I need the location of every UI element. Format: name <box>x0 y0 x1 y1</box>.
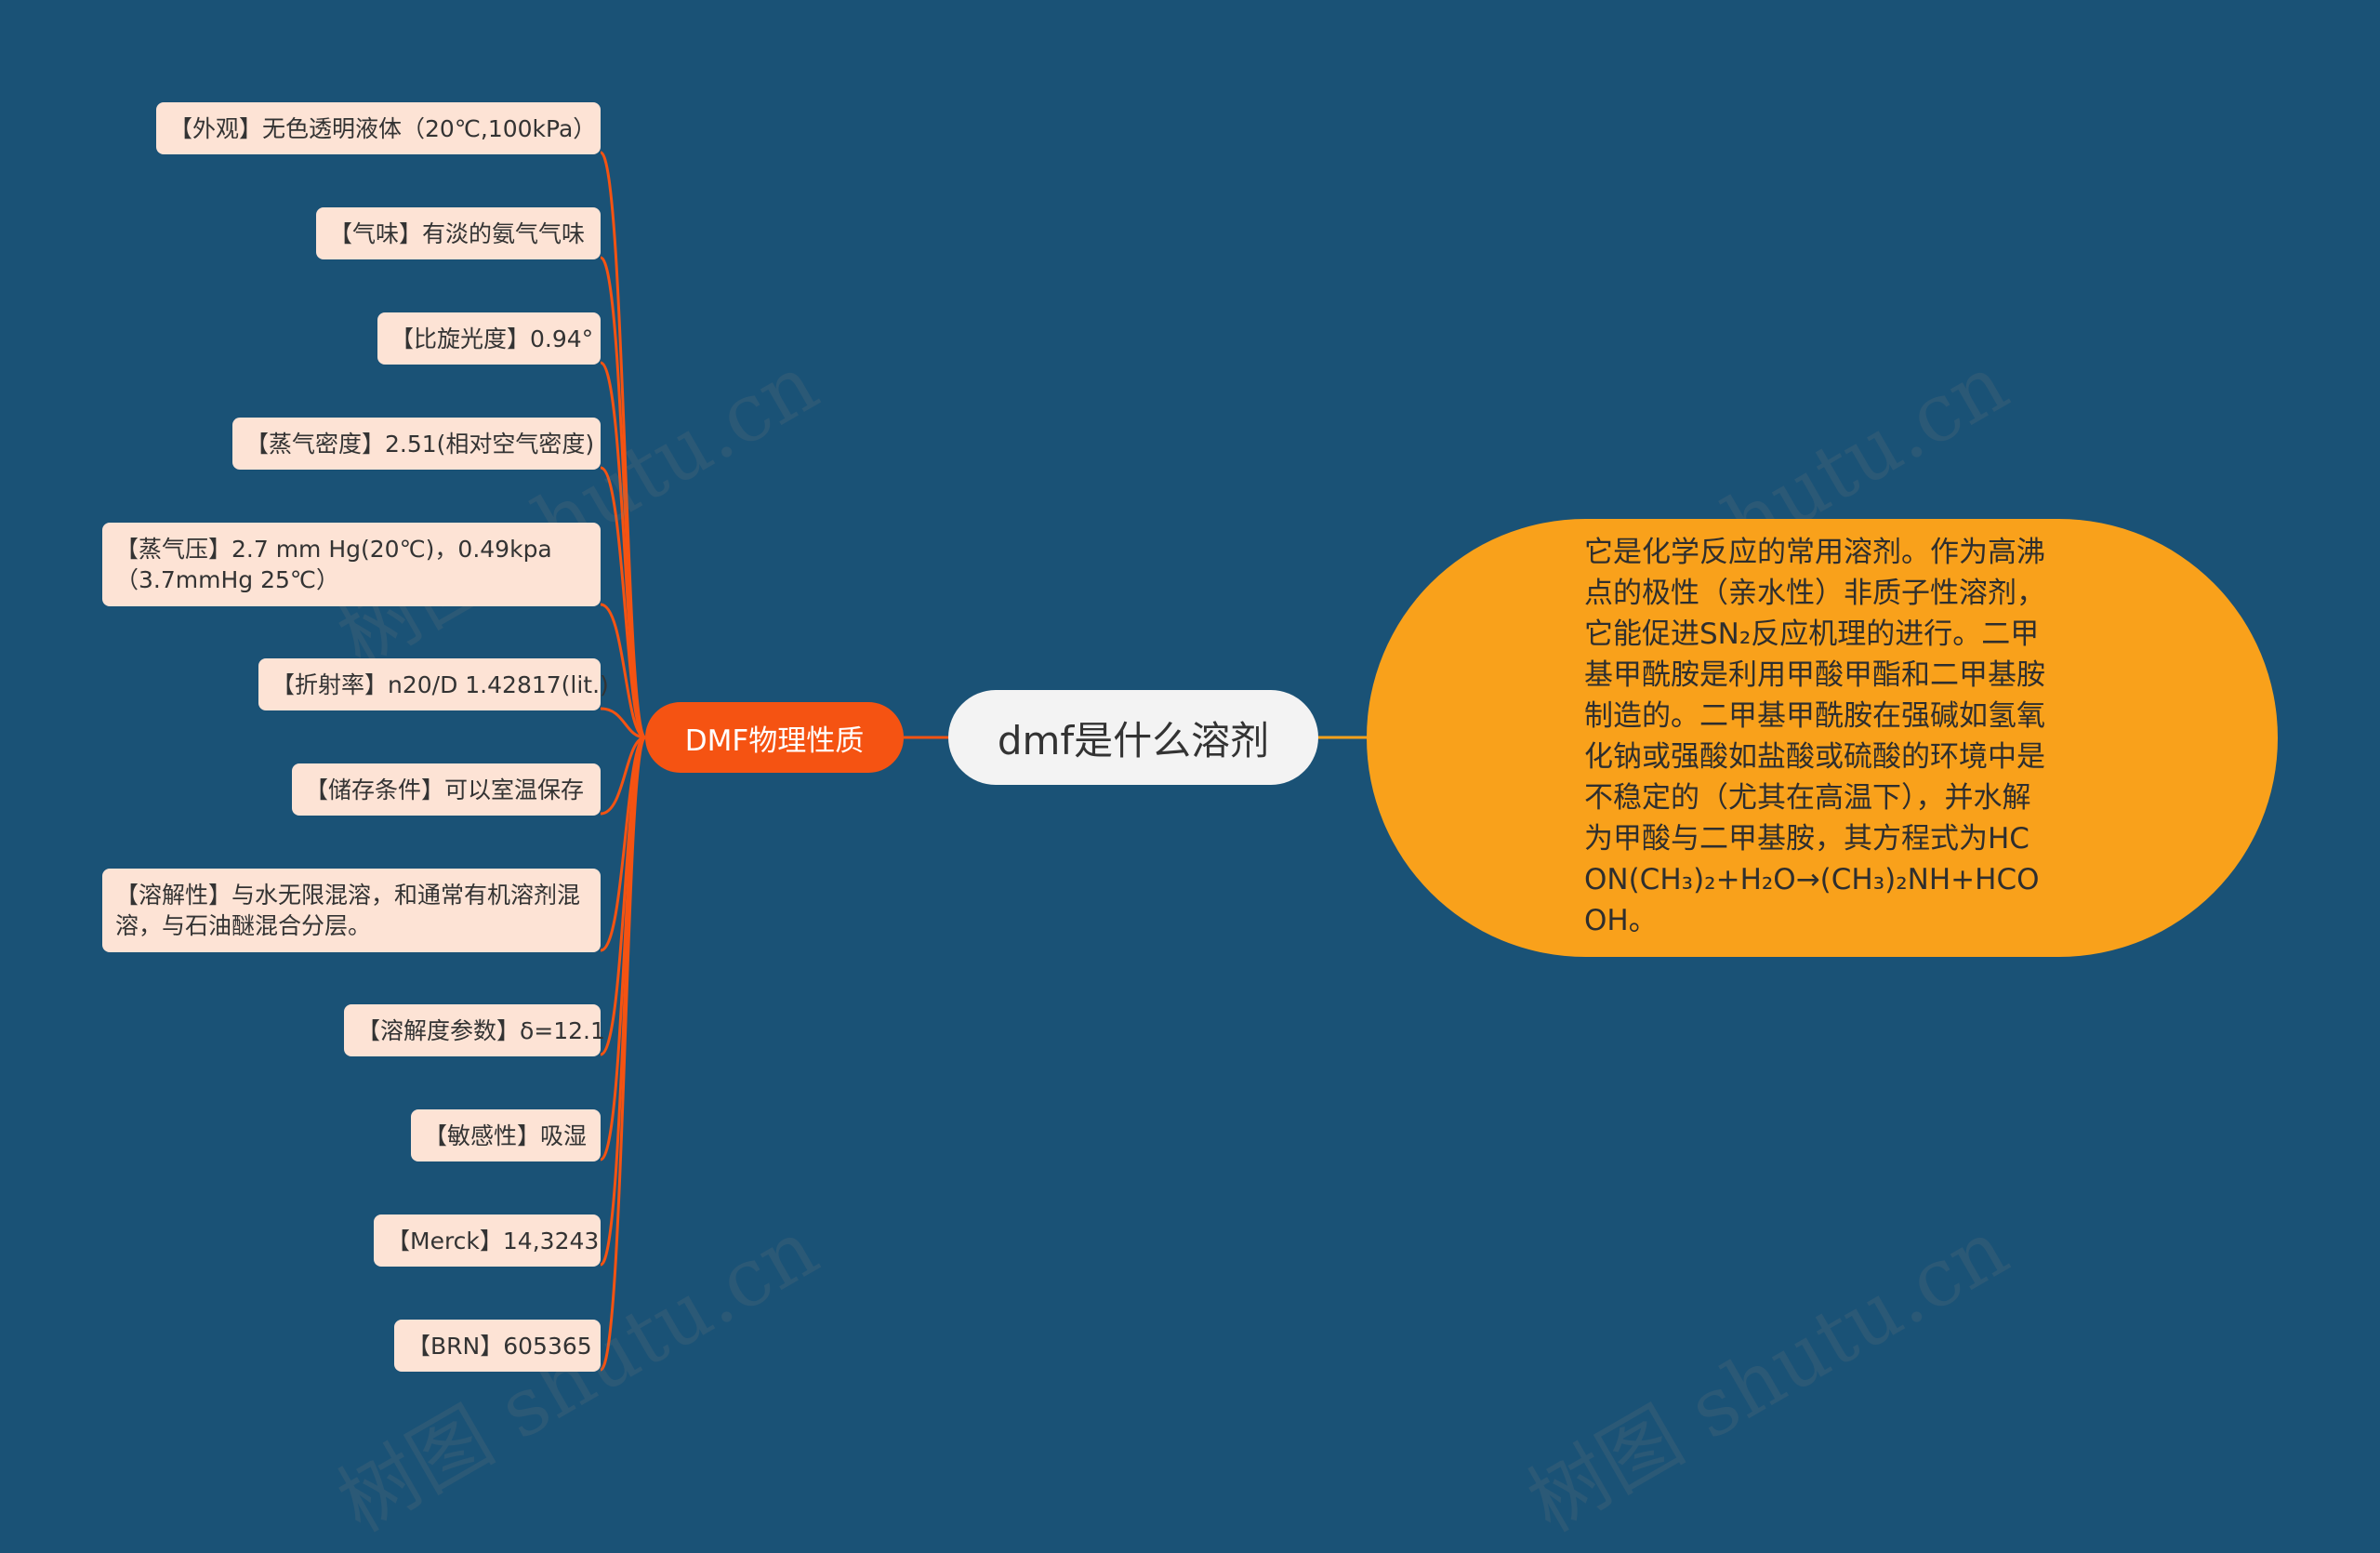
description-text: 它是化学反应的常用溶剂。作为高沸点的极性（亲水性）非质子性溶剂，它能促进SN₂反… <box>1584 536 2045 937</box>
leaf-vapor-pressure[interactable]: 【蒸气压】2.7 mm Hg(20℃)，0.49kpa（3.7mmHg 25℃） <box>102 523 601 606</box>
leaf-merck[interactable]: 【Merck】14,3243 <box>374 1215 601 1267</box>
leaf-refractive-index[interactable]: 【折射率】n20/D 1.42817(lit.) <box>258 658 609 710</box>
leaf-appearance[interactable]: 【外观】无色透明液体（20℃,100kPa） <box>156 102 601 154</box>
leaf-sensitivity[interactable]: 【敏感性】吸湿 <box>411 1109 601 1161</box>
leaf-solubility-parameter[interactable]: 【溶解度参数】δ=12.1 <box>344 1004 605 1056</box>
leaf-solubility[interactable]: 【溶解性】与水无限混溶，和通常有机溶剂混溶，与石油醚混合分层。 <box>102 869 601 952</box>
mind-map-canvas: 树图 shutu.cn 树图 shutu.cn 树图 shutu.cn 树图 s… <box>0 0 2380 1550</box>
branch-node-physical-properties[interactable]: DMF物理性质 <box>645 702 904 773</box>
leaf-brn[interactable]: 【BRN】605365 <box>394 1320 601 1372</box>
leaf-odor[interactable]: 【气味】有淡的氨气气味 <box>316 207 601 259</box>
leaf-vapor-density[interactable]: 【蒸气密度】2.51(相对空气密度) <box>232 418 601 470</box>
leaf-storage[interactable]: 【储存条件】可以室温保存 <box>292 763 601 816</box>
root-node[interactable]: dmf是什么溶剂 <box>948 690 1318 785</box>
leaf-specific-rotation[interactable]: 【比旋光度】0.94° <box>377 312 601 365</box>
